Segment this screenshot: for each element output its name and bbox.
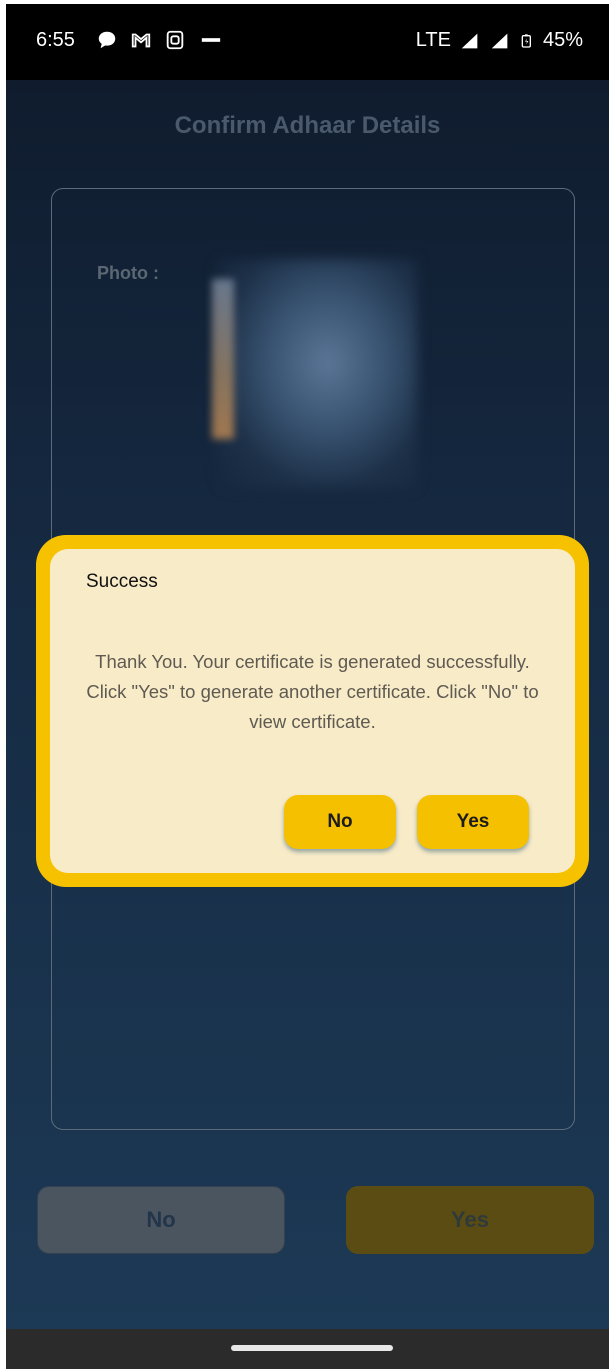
success-dialog: Success Thank You. Your certificate is g… (36, 535, 589, 887)
photo-edge (212, 279, 234, 439)
signal-icon (461, 33, 478, 48)
notification-icons (96, 29, 224, 51)
chat-icon (98, 31, 116, 49)
app-screen: 6:55 LTE 45% Confirm Adhaar Details Phot… (6, 4, 609, 1369)
no-button[interactable]: No (37, 1186, 285, 1254)
signal-icon (491, 33, 508, 48)
navigation-bar (6, 1329, 609, 1369)
battery-percent: 45% (542, 29, 583, 51)
status-time: 6:55 (36, 29, 75, 51)
dialog-title: Success (86, 571, 158, 592)
page-title: Confirm Adhaar Details (174, 112, 441, 139)
dialog-body: Success Thank You. Your certificate is g… (50, 549, 575, 873)
dialog-message: Thank You. Your certificate is generated… (86, 651, 539, 732)
status-right: LTE 45% (416, 29, 583, 52)
network-type: LTE (415, 29, 451, 51)
battery-icon (521, 33, 531, 48)
yes-button[interactable]: Yes (346, 1186, 594, 1254)
misc-icon (201, 38, 221, 42)
dialog-no-button[interactable]: No (284, 795, 396, 849)
status-bar: 6:55 LTE 45% (6, 4, 609, 80)
photo-label: Photo : (97, 263, 159, 283)
adhaar-photo (217, 259, 417, 489)
gmail-icon (131, 33, 151, 48)
home-gesture-handle[interactable] (231, 1345, 393, 1351)
app-icon (166, 30, 184, 50)
dialog-yes-button[interactable]: Yes (417, 795, 529, 849)
